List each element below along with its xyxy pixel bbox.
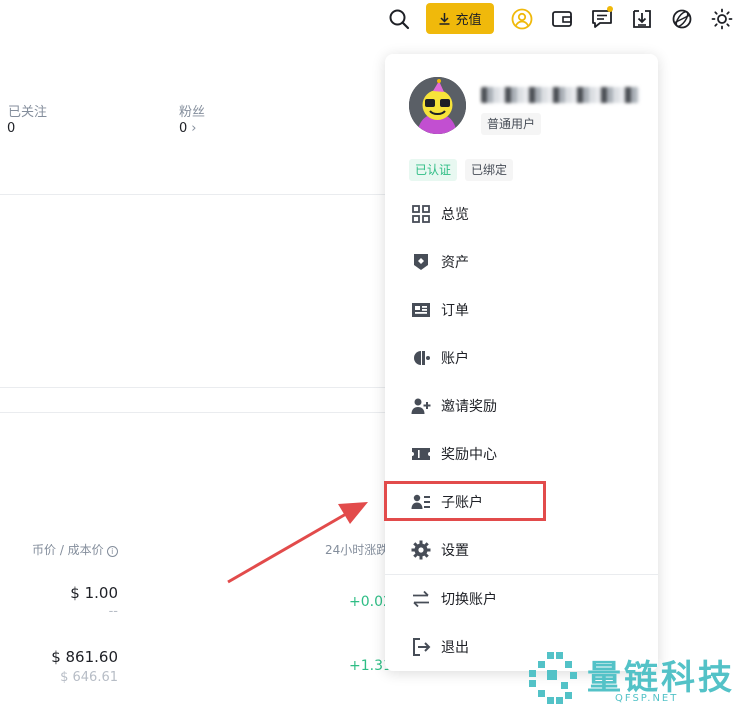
menu-item-label: 资产 (441, 255, 469, 271)
menu-item-label: 奖励中心 (441, 447, 497, 463)
menu-item-invite[interactable]: 邀请奖励 (385, 386, 658, 426)
menu-item-label: 订单 (441, 303, 469, 319)
menu-item-rewards[interactable]: 奖励中心 (385, 434, 658, 474)
followers-link[interactable]: 0 › (179, 121, 196, 136)
row-cost: -- (108, 604, 118, 619)
gear-icon (411, 540, 431, 560)
username-blurred (481, 87, 639, 103)
menu-item-account[interactable]: 账户 (385, 338, 658, 378)
asset-icon (411, 252, 431, 272)
section-divider (0, 387, 385, 388)
menu-item-settings[interactable]: 设置 (385, 530, 658, 570)
avatar-image (409, 77, 466, 134)
deposit-label: 充值 (455, 13, 482, 28)
search-icon[interactable] (388, 8, 410, 30)
account-icon (411, 348, 431, 368)
menu-item-label: 设置 (441, 543, 469, 559)
chevron-right-icon: › (191, 121, 197, 136)
verified-badge[interactable]: 已认证 (409, 159, 458, 181)
menu-item-label: 邀请奖励 (441, 399, 497, 415)
row-cost: $ 646.61 (60, 670, 118, 685)
watermark-subtitle: QFSP.NET (615, 693, 679, 704)
following-value[interactable]: 0 (7, 121, 15, 136)
download-icon[interactable] (631, 8, 653, 30)
ticket-icon (411, 444, 431, 464)
followers-label: 粉丝 (179, 105, 206, 120)
avatar[interactable] (409, 77, 466, 134)
top-bar: 充值 (0, 0, 745, 40)
column-header-price-cost: 币价 / 成本价 i (32, 541, 118, 558)
order-icon (411, 300, 431, 320)
highlight-box (384, 481, 546, 521)
following-label: 已关注 (8, 105, 48, 120)
row-price: $ 1.00 (70, 584, 118, 602)
deposit-button[interactable]: 充值 (426, 3, 494, 34)
info-icon[interactable]: i (106, 546, 118, 557)
watermark-title: 量链科技 (587, 658, 735, 698)
row-price: $ 861.60 (51, 648, 118, 666)
logout-icon (411, 637, 431, 657)
menu-item-label: 退出 (441, 640, 469, 656)
theme-icon[interactable] (711, 8, 733, 30)
wallet-icon[interactable] (551, 8, 573, 30)
column-header-change: 24小时涨跌 (325, 543, 389, 557)
user-role-badge: 普通用户 (481, 113, 542, 135)
menu-item-label: 切换账户 (441, 592, 497, 608)
switch-icon (411, 589, 431, 609)
watermark-logo-icon (529, 652, 577, 704)
watermark: 量链科技 QFSP.NET (525, 648, 745, 709)
download-arrow-icon (439, 13, 450, 25)
section-divider (0, 412, 385, 413)
menu-item-overview[interactable]: 总览 (385, 194, 658, 234)
followers-value: 0 (179, 121, 188, 136)
menu-item-assets[interactable]: 资产 (385, 242, 658, 282)
notification-dot (607, 6, 613, 12)
section-divider (0, 194, 385, 195)
menu-item-orders[interactable]: 订单 (385, 290, 658, 330)
globe-icon[interactable] (671, 8, 693, 30)
grid-icon (411, 204, 431, 224)
menu-divider (385, 574, 658, 575)
invite-icon (411, 396, 431, 416)
user-icon[interactable] (511, 8, 533, 30)
bound-badge[interactable]: 已绑定 (465, 159, 514, 181)
menu-item-label: 总览 (441, 207, 469, 223)
menu-item-label: 账户 (441, 351, 469, 367)
user-menu-dropdown: 普通用户 已认证 已绑定 总览 资产 订单 账户 邀请奖励 奖励中心 子账户 设… (385, 54, 658, 671)
menu-item-switch-account[interactable]: 切换账户 (385, 579, 658, 619)
